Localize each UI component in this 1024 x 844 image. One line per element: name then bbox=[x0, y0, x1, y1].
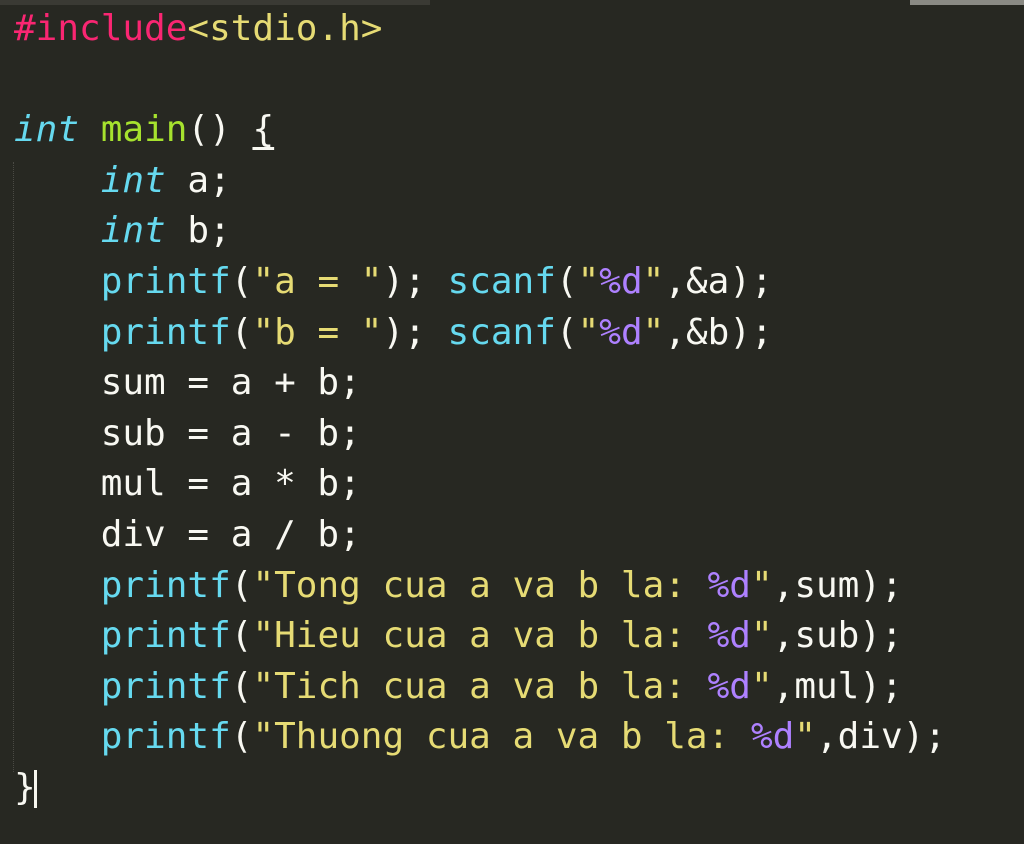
code-token-str: "Thuong cua a va b la: bbox=[252, 716, 751, 758]
code-line[interactable]: sub = a - b; bbox=[14, 409, 1024, 460]
code-token-str: " bbox=[750, 665, 773, 707]
code-token-str: "Hieu cua a va b la: bbox=[252, 615, 708, 657]
code-token-str: "Tong cua a va b la: bbox=[252, 564, 708, 606]
code-token-call: scanf bbox=[447, 260, 556, 302]
code-token-plain: sub = a - b; bbox=[14, 412, 361, 454]
code-token-call: printf bbox=[100, 615, 231, 657]
code-line[interactable]: printf("b = "); scanf("%d",&b); bbox=[14, 308, 1024, 359]
code-token-str: " bbox=[642, 260, 665, 302]
code-token-plain: () bbox=[187, 109, 253, 151]
code-line[interactable]: int main() { bbox=[14, 105, 1024, 156]
code-token-plain: mul = a * b; bbox=[14, 463, 361, 505]
code-line[interactable]: } bbox=[14, 763, 1024, 814]
code-token-fmt: %d bbox=[707, 564, 751, 606]
code-token-hdr: <stdio.h> bbox=[187, 8, 383, 49]
code-token-fmt: %d bbox=[750, 716, 795, 758]
code-token-plain: ( bbox=[230, 665, 253, 707]
code-line[interactable]: printf("a = "); scanf("%d",&a); bbox=[14, 257, 1024, 308]
code-line[interactable]: printf("Tich cua a va b la: %d",mul); bbox=[14, 662, 1024, 713]
code-token-fmt: %d bbox=[599, 260, 643, 302]
code-token-plain: ( bbox=[230, 311, 253, 353]
code-line[interactable]: #include<stdio.h> bbox=[14, 4, 1024, 55]
code-token-func: main bbox=[100, 109, 188, 151]
code-token-plain: ,&b); bbox=[664, 311, 773, 353]
code-token-str: " bbox=[642, 311, 665, 353]
code-token-plain: ); bbox=[382, 260, 448, 302]
code-token-plain: ( bbox=[555, 311, 578, 353]
code-line[interactable]: printf("Thuong cua a va b la: %d",div); bbox=[14, 712, 1024, 763]
code-token-call: printf bbox=[100, 665, 231, 707]
code-token-type: int bbox=[100, 159, 166, 201]
code-line[interactable]: int b; bbox=[14, 206, 1024, 257]
code-token-call: printf bbox=[100, 311, 231, 353]
code-token-type: int bbox=[14, 109, 80, 151]
code-token-call: printf bbox=[100, 716, 231, 758]
code-token-plain: ,sub); bbox=[772, 615, 903, 657]
code-token-plain: a; bbox=[165, 159, 231, 201]
code-token-str: " bbox=[577, 311, 600, 353]
code-token-plain: ( bbox=[555, 260, 578, 302]
code-token-fmt: %d bbox=[707, 665, 751, 707]
code-token-str: " bbox=[750, 615, 773, 657]
code-line[interactable] bbox=[14, 55, 1024, 106]
code-token-str: "a = " bbox=[252, 260, 383, 302]
code-token-plain: ( bbox=[230, 716, 253, 758]
code-line[interactable]: printf("Tong cua a va b la: %d",sum); bbox=[14, 561, 1024, 612]
code-token-brace: { bbox=[252, 109, 275, 151]
code-token-str: "Tich cua a va b la: bbox=[252, 665, 708, 707]
code-line[interactable]: div = a / b; bbox=[14, 510, 1024, 561]
code-token-pre: #include bbox=[14, 8, 188, 49]
code-token-str: " bbox=[750, 564, 773, 606]
code-token-str: " bbox=[794, 716, 816, 758]
code-token-plain: ,mul); bbox=[772, 665, 903, 707]
code-token-call: printf bbox=[100, 260, 231, 302]
code-token-plain: b; bbox=[165, 210, 231, 252]
code-line[interactable]: printf("Hieu cua a va b la: %d",sub); bbox=[14, 611, 1024, 662]
code-token-fmt: %d bbox=[707, 615, 751, 657]
code-token-str: " bbox=[577, 260, 600, 302]
code-token-plain: ( bbox=[230, 615, 253, 657]
code-token-call: printf bbox=[100, 564, 231, 606]
code-token-plain: ,div); bbox=[815, 716, 947, 758]
code-token-plain: div = a / b; bbox=[14, 513, 361, 555]
code-token-plain: ( bbox=[230, 564, 253, 606]
code-editor[interactable]: #include<stdio.h> int main() { int a; in… bbox=[14, 4, 1024, 814]
code-token-plain: ( bbox=[230, 260, 253, 302]
code-token-str: "b = " bbox=[252, 311, 383, 353]
code-token-plain: ); bbox=[382, 311, 448, 353]
code-token-call: scanf bbox=[447, 311, 556, 353]
code-token-fmt: %d bbox=[599, 311, 643, 353]
code-token-type: int bbox=[100, 210, 166, 252]
text-cursor bbox=[33, 769, 37, 808]
code-line[interactable]: sum = a + b; bbox=[14, 358, 1024, 409]
code-token-plain: ,sum); bbox=[772, 564, 903, 606]
code-token-plain: ,&a); bbox=[664, 260, 773, 302]
code-token-plain: sum = a + b; bbox=[14, 362, 361, 404]
code-line[interactable]: mul = a * b; bbox=[14, 459, 1024, 510]
code-line[interactable]: int a; bbox=[14, 156, 1024, 207]
code-token-plain: } bbox=[14, 766, 36, 808]
